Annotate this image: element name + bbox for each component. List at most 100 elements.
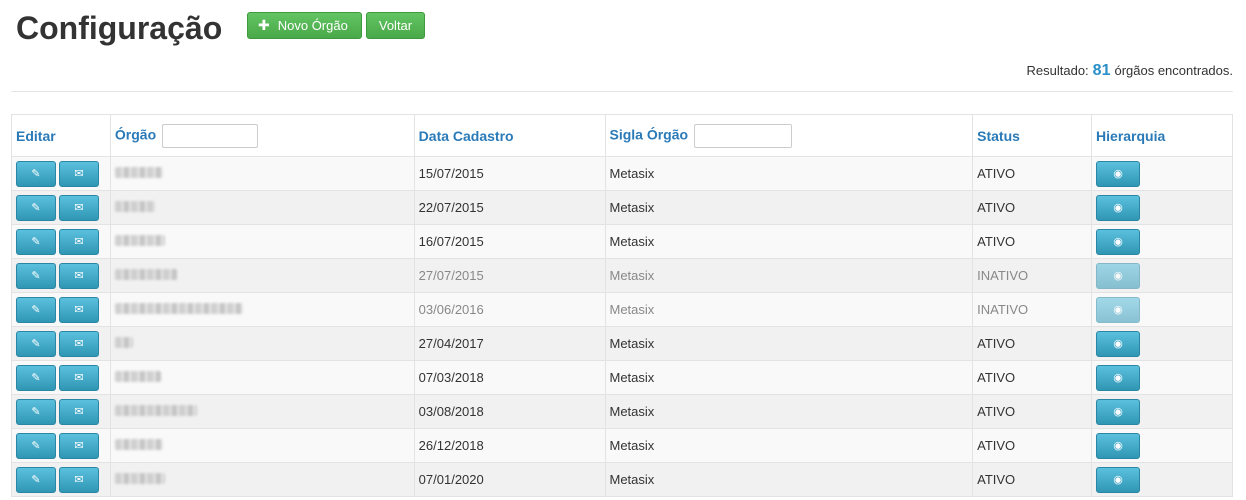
eye-icon[interactable]: ◉	[1096, 398, 1141, 425]
envelope-icon[interactable]: ✉	[59, 296, 99, 323]
data-cell: 03/06/2016	[413, 292, 606, 327]
eye-icon[interactable]: ◉	[1096, 296, 1141, 323]
edit-icon[interactable]: ✎	[16, 262, 56, 289]
eye-icon[interactable]: ◉	[1096, 160, 1141, 187]
envelope-icon[interactable]: ✉	[59, 330, 99, 357]
redacted-orgao-name	[114, 303, 243, 314]
page-title: Configuração	[16, 10, 223, 46]
status-cell: INATIVO	[972, 258, 1093, 293]
column-header-sigla: Sigla Órgão	[604, 114, 974, 157]
envelope-icon[interactable]: ✉	[59, 432, 99, 459]
redacted-orgao-name	[114, 405, 197, 416]
sigla-header-label[interactable]: Sigla Órgão	[610, 126, 689, 142]
eye-icon[interactable]: ◉	[1096, 194, 1141, 221]
eye-icon[interactable]: ◉	[1096, 330, 1141, 357]
orgao-cell-redacted	[109, 258, 415, 293]
envelope-icon[interactable]: ✉	[59, 466, 99, 493]
data-cell: 22/07/2015	[413, 190, 606, 225]
data-cell: 26/12/2018	[413, 428, 606, 463]
editar-cell: ✎ ✉	[11, 428, 111, 463]
status-cell: ATIVO	[972, 462, 1093, 497]
edit-icon[interactable]: ✎	[16, 228, 56, 255]
status-cell: ATIVO	[972, 224, 1093, 259]
eye-icon[interactable]: ◉	[1096, 364, 1141, 391]
column-header-hierarquia: Hierarquia	[1091, 114, 1233, 157]
edit-icon[interactable]: ✎	[16, 398, 56, 425]
orgao-cell-redacted	[109, 394, 415, 429]
data-cell: 27/07/2015	[413, 258, 606, 293]
hierarquia-cell: ◉	[1091, 258, 1233, 293]
edit-icon[interactable]: ✎	[16, 296, 56, 323]
new-orgao-label: Novo Órgão	[277, 18, 348, 33]
new-orgao-button[interactable]: ✚ Novo Órgão	[247, 12, 362, 39]
sigla-cell: Metasix	[604, 326, 974, 361]
orgao-header-label[interactable]: Órgão	[115, 126, 156, 142]
editar-cell: ✎ ✉	[11, 326, 111, 361]
edit-icon[interactable]: ✎	[16, 330, 56, 357]
data-cell: 27/04/2017	[413, 326, 606, 361]
redacted-orgao-name	[114, 473, 165, 484]
status-cell: INATIVO	[972, 292, 1093, 327]
redacted-orgao-name	[114, 371, 161, 382]
table-row: ✎ ✉ 26/12/2018 Metasix ATIVO ◉	[11, 428, 1233, 463]
column-header-status[interactable]: Status	[972, 114, 1093, 157]
editar-cell: ✎ ✉	[11, 462, 111, 497]
editar-cell: ✎ ✉	[11, 224, 111, 259]
envelope-icon[interactable]: ✉	[59, 228, 99, 255]
edit-icon[interactable]: ✎	[16, 364, 56, 391]
status-cell: ATIVO	[972, 428, 1093, 463]
editar-cell: ✎ ✉	[11, 258, 111, 293]
hierarquia-cell: ◉	[1091, 292, 1233, 327]
orgao-cell-redacted	[109, 428, 415, 463]
orgao-filter-input[interactable]	[162, 123, 259, 148]
sigla-cell: Metasix	[604, 360, 974, 395]
hierarquia-cell: ◉	[1091, 462, 1233, 497]
sigla-cell: Metasix	[604, 258, 974, 293]
result-suffix: órgãos encontrados.	[1114, 63, 1233, 78]
sigla-filter-input[interactable]	[693, 123, 792, 148]
sigla-cell: Metasix	[604, 462, 974, 497]
hierarquia-cell: ◉	[1091, 326, 1233, 361]
column-header-data-cadastro[interactable]: Data Cadastro	[413, 114, 606, 157]
envelope-icon[interactable]: ✉	[59, 194, 99, 221]
orgao-cell-redacted	[109, 292, 415, 327]
column-header-orgao: Órgão	[109, 114, 415, 157]
table-row: ✎ ✉ 15/07/2015 Metasix ATIVO ◉	[11, 156, 1233, 191]
redacted-orgao-name	[114, 167, 163, 178]
header-divider	[11, 91, 1233, 92]
orgao-cell-redacted	[109, 224, 415, 259]
column-header-editar: Editar	[11, 114, 111, 157]
editar-cell: ✎ ✉	[11, 394, 111, 429]
eye-icon[interactable]: ◉	[1096, 228, 1141, 255]
table-row: ✎ ✉ 07/03/2018 Metasix ATIVO ◉	[11, 360, 1233, 395]
edit-icon[interactable]: ✎	[16, 160, 56, 187]
table-header-row: Editar Órgão Data Cadastro Sigla Órgão S…	[11, 114, 1233, 157]
edit-icon[interactable]: ✎	[16, 466, 56, 493]
redacted-orgao-name	[114, 269, 177, 280]
table-row: ✎ ✉ 03/06/2016 Metasix INATIVO ◉	[11, 292, 1233, 327]
eye-icon[interactable]: ◉	[1096, 262, 1141, 289]
eye-icon[interactable]: ◉	[1096, 432, 1141, 459]
data-cell: 03/08/2018	[413, 394, 606, 429]
data-cell: 07/03/2018	[413, 360, 606, 395]
envelope-icon[interactable]: ✉	[59, 160, 99, 187]
sigla-cell: Metasix	[604, 156, 974, 191]
edit-icon[interactable]: ✎	[16, 194, 56, 221]
redacted-orgao-name	[114, 201, 155, 212]
hierarquia-cell: ◉	[1091, 360, 1233, 395]
redacted-orgao-name	[114, 337, 133, 348]
orgao-cell-redacted	[109, 156, 415, 191]
editar-cell: ✎ ✉	[11, 360, 111, 395]
envelope-icon[interactable]: ✉	[59, 262, 99, 289]
eye-icon[interactable]: ◉	[1096, 466, 1141, 493]
envelope-icon[interactable]: ✉	[59, 364, 99, 391]
sigla-cell: Metasix	[604, 224, 974, 259]
table-row: ✎ ✉ 27/04/2017 Metasix ATIVO ◉	[11, 326, 1233, 361]
envelope-icon[interactable]: ✉	[59, 398, 99, 425]
orgaos-table: Editar Órgão Data Cadastro Sigla Órgão S…	[11, 114, 1233, 497]
status-cell: ATIVO	[972, 360, 1093, 395]
back-button[interactable]: Voltar	[366, 12, 425, 39]
orgao-cell-redacted	[109, 326, 415, 361]
edit-icon[interactable]: ✎	[16, 432, 56, 459]
table-row: ✎ ✉ 03/08/2018 Metasix ATIVO ◉	[11, 394, 1233, 429]
